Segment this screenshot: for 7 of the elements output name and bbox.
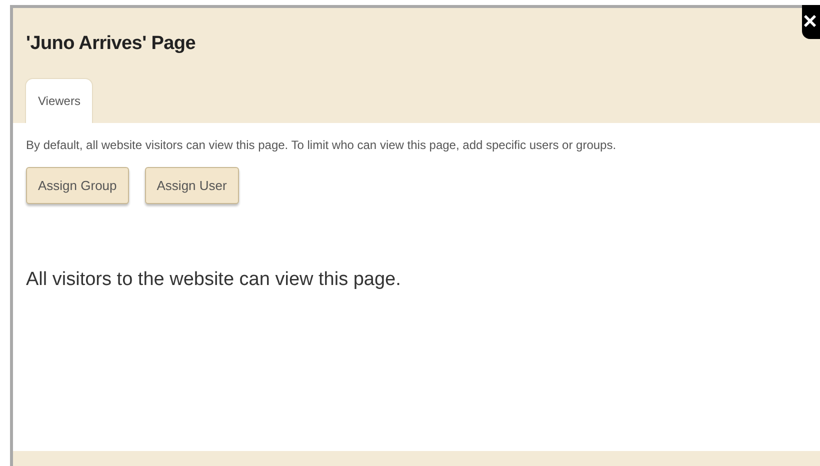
dialog-title: 'Juno Arrives' Page <box>26 32 196 56</box>
assign-button[interactable]: Assign User <box>144 167 239 204</box>
status-message: All visitors to the website can view this page. <box>26 268 401 292</box>
close-button[interactable]: × <box>802 5 820 39</box>
tab[interactable]: Viewers <box>25 78 94 123</box>
assign-button[interactable]: Assign Group <box>26 167 129 204</box>
description-text: By default, all website visitors can view this page. To limit who can view this page, add specific users or groups. <box>26 137 618 153</box>
